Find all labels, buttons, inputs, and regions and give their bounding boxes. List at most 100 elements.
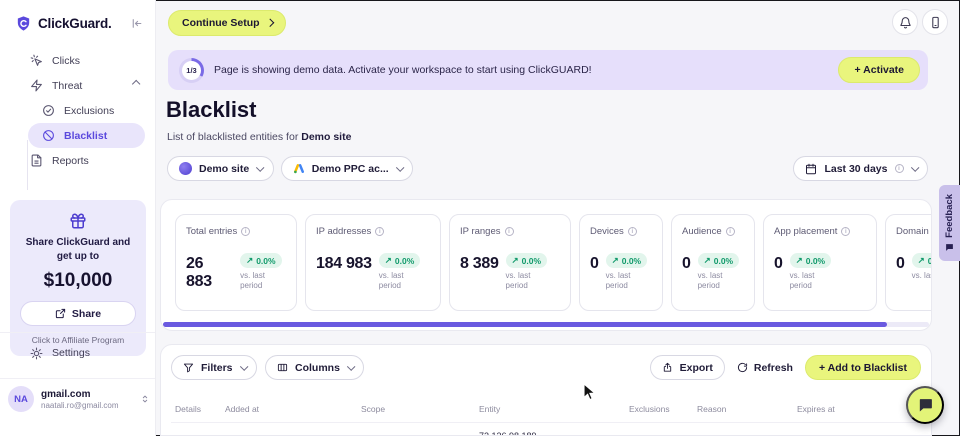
logo: ClickGuard. (0, 0, 155, 42)
stat-label: App placement (774, 226, 837, 237)
divider (0, 378, 155, 379)
stats-scrollbar-thumb[interactable] (163, 322, 887, 327)
stat-value: 0 (590, 255, 599, 273)
page-title: Blacklist (166, 97, 257, 123)
site-selector[interactable]: Demo site (167, 156, 274, 181)
date-range-selector[interactable]: Last 30 days (793, 156, 928, 181)
col-reason[interactable]: Reason (697, 404, 797, 414)
device-icon (929, 16, 942, 29)
stat-value: 0 (896, 255, 905, 273)
sidebar-item-settings[interactable]: Settings (10, 340, 146, 366)
user-name: gmail.com (41, 389, 118, 400)
calendar-icon (805, 163, 817, 175)
app-window: ClickGuard. Clicks Threat (0, 0, 960, 436)
vs-period: vs. last per... (912, 271, 932, 281)
trend-badge: ↗0.0% (240, 253, 282, 268)
sidebar-item-reports[interactable]: Reports (10, 148, 145, 173)
stat-value: 0 (682, 255, 691, 273)
page-subtitle: List of blacklisted entities for Demo si… (167, 131, 351, 143)
refresh-label: Refresh (754, 362, 793, 374)
stat-label: IP addresses (316, 226, 371, 237)
stats-scrollbar-track[interactable] (163, 322, 929, 327)
stat-card-audience: Audience 0 ↗0.0%vs. last period (671, 214, 755, 311)
activate-label: + Activate (854, 64, 904, 76)
vs-period: vs. last period (240, 271, 286, 290)
info-icon[interactable] (628, 227, 637, 236)
devices-button[interactable] (922, 9, 948, 35)
brand-name: ClickGuard. (38, 16, 112, 31)
info-icon[interactable] (841, 227, 850, 236)
filters-button[interactable]: Filters (171, 355, 257, 380)
site-selector-label: Demo site (199, 163, 249, 175)
col-details[interactable]: Details (175, 404, 225, 414)
stat-label: Domain pla... (896, 226, 932, 237)
chevron-up-icon (132, 80, 138, 92)
col-scope[interactable]: Scope (361, 404, 479, 414)
activate-button[interactable]: + Activate (838, 57, 920, 83)
col-exclusions[interactable]: Exclusions (629, 404, 697, 414)
feedback-label: Feedback (944, 194, 955, 238)
scope-filter-row: Demo site Demo PPC ac... (167, 156, 413, 181)
ppc-account-selector[interactable]: Demo PPC ac... (281, 156, 414, 181)
add-to-blacklist-label: + Add to Blacklist (819, 362, 907, 374)
sidebar: ClickGuard. Clicks Threat (0, 0, 156, 436)
refresh-icon (737, 362, 748, 373)
user-meta: gmail.com naatali.ro@gmail.com (41, 389, 118, 410)
cursor-click-icon (30, 54, 43, 67)
nav-label: Threat (52, 80, 82, 92)
stats-row: Total entries 26 883 ↗0.0%vs. last perio… (175, 214, 932, 311)
chevron-down-icon (256, 163, 264, 171)
sidebar-item-blacklist[interactable]: Blacklist (28, 123, 145, 148)
info-icon[interactable] (505, 227, 514, 236)
col-expires-at[interactable]: Expires at (797, 404, 915, 414)
avatar: NA (8, 386, 34, 412)
sidebar-item-clicks[interactable]: Clicks (10, 48, 145, 73)
blacklist-table-panel: Filters Columns Export (160, 344, 932, 436)
date-range-label: Last 30 days (824, 163, 887, 175)
promo-title: Share ClickGuard and get up to (20, 236, 136, 263)
trend-badge: ↗0.0% (606, 253, 648, 268)
col-entity[interactable]: Entity (479, 404, 629, 414)
stat-value: 0 (774, 255, 783, 273)
continue-setup-button[interactable]: Continue Setup (168, 10, 286, 36)
gift-icon (20, 212, 136, 230)
info-icon[interactable] (726, 227, 735, 236)
info-icon[interactable] (241, 227, 250, 236)
sidebar-collapse-icon[interactable] (130, 17, 143, 30)
trend-badge: ↗0.0% (790, 253, 832, 268)
info-icon[interactable] (375, 227, 384, 236)
col-added-at[interactable]: Added at (225, 404, 361, 414)
chat-launcher-button[interactable] (906, 386, 944, 424)
nav-label: Blacklist (64, 130, 107, 142)
chevron-down-icon (911, 163, 919, 171)
notifications-button[interactable] (892, 9, 918, 35)
add-to-blacklist-button[interactable]: + Add to Blacklist (805, 355, 921, 380)
trend-badge: ↗0.0% (698, 253, 740, 268)
stat-card-ip-ranges: IP ranges 8 389 ↗0.0%vs. last period (449, 214, 571, 311)
promo-amount: $10,000 (20, 270, 136, 292)
sidebar-nav: Clicks Threat Exclusions Blacklist (0, 42, 155, 173)
stat-label: Devices (590, 226, 624, 237)
refresh-button[interactable]: Refresh (733, 362, 797, 374)
site-icon (179, 162, 192, 175)
stat-label: IP ranges (460, 226, 501, 237)
trend-up-icon: ↗ (612, 255, 619, 266)
sidebar-item-threat[interactable]: Threat (10, 73, 145, 98)
subtitle-site-name: Demo site (301, 131, 351, 143)
user-account-menu[interactable]: NA gmail.com naatali.ro@gmail.com (8, 386, 150, 412)
subtitle-text: List of blacklisted entities for (167, 131, 298, 143)
chevron-down-icon (396, 163, 404, 171)
chevron-down-icon (347, 362, 355, 370)
table-row[interactable]: 72.136.98.189 (171, 422, 921, 436)
banner-message: Page is showing demo data. Activate your… (214, 64, 592, 76)
share-button[interactable]: Share (20, 301, 136, 326)
sidebar-item-exclusions[interactable]: Exclusions (28, 98, 145, 123)
demo-data-banner: 1/3 Page is showing demo data. Activate … (168, 50, 928, 90)
nav-label: Reports (52, 155, 89, 167)
export-button[interactable]: Export (650, 355, 725, 380)
feedback-tab[interactable]: Feedback (939, 185, 960, 261)
check-circle-icon (42, 104, 55, 117)
vs-period: vs. last period (790, 271, 836, 290)
columns-button[interactable]: Columns (265, 355, 364, 380)
chat-bubble-icon (917, 397, 934, 414)
